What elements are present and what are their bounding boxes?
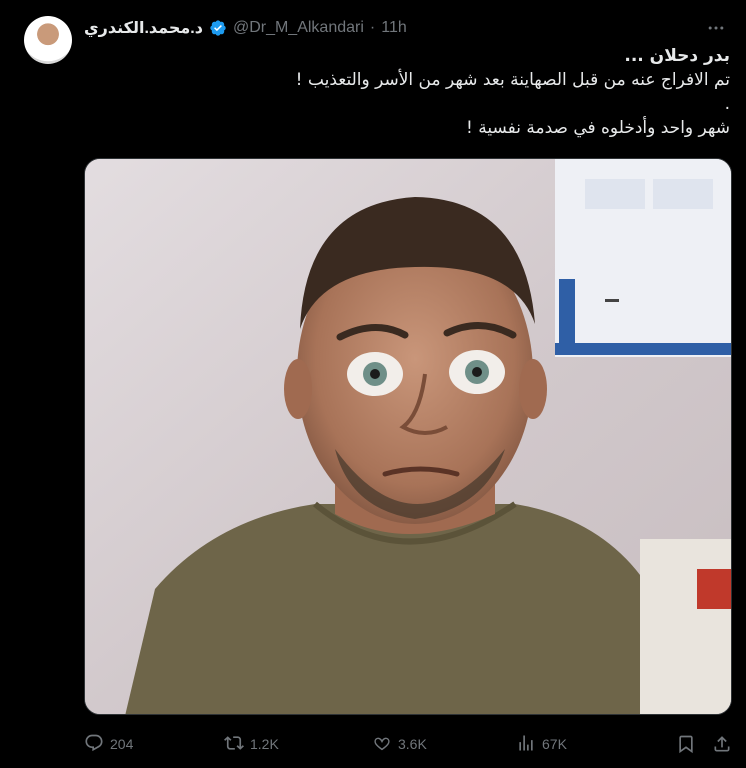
tweet-line: بدر دحلان ...	[624, 46, 730, 66]
tweet-line: تم الافراج عنه من قبل الصهاينة بعد شهر م…	[295, 70, 730, 90]
repost-button[interactable]: 1.2K	[224, 733, 372, 756]
tweet-text: بدر دحلان ... تم الافراج عنه من قبل الصه…	[84, 44, 730, 140]
verified-badge-icon[interactable]	[209, 19, 227, 37]
separator-dot: ·	[369, 19, 376, 36]
tweet-photo[interactable]	[84, 158, 732, 715]
reply-count: 204	[110, 736, 134, 752]
like-icon	[372, 733, 392, 756]
tweet-actions: 204 1.2K 3.6K 67K	[84, 730, 732, 758]
like-button[interactable]: 3.6K	[372, 733, 516, 756]
tweet-line: .	[724, 94, 730, 114]
avatar[interactable]	[24, 16, 72, 64]
views-icon	[516, 733, 536, 756]
repost-icon	[224, 733, 244, 756]
author-display-name[interactable]: د.محمد.الكندري	[84, 18, 203, 38]
views-count: 67K	[542, 736, 567, 752]
like-count: 3.6K	[398, 736, 427, 752]
secondary-actions	[676, 734, 732, 754]
share-icon[interactable]	[712, 734, 732, 754]
tweet-line: شهر واحد وأدخلوه في صدمة نفسية !	[465, 118, 730, 138]
views-button[interactable]: 67K	[516, 733, 666, 756]
tweet-header: د.محمد.الكندري @Dr_M_Alkandari · 11h	[84, 16, 407, 40]
bookmark-icon[interactable]	[676, 734, 696, 754]
tweet-timestamp[interactable]: 11h	[381, 19, 407, 37]
author-handle[interactable]: @Dr_M_Alkandari	[233, 19, 364, 37]
repost-count: 1.2K	[250, 736, 279, 752]
reply-button[interactable]: 204	[84, 733, 224, 756]
reply-icon	[84, 733, 104, 756]
more-icon[interactable]	[704, 16, 728, 40]
